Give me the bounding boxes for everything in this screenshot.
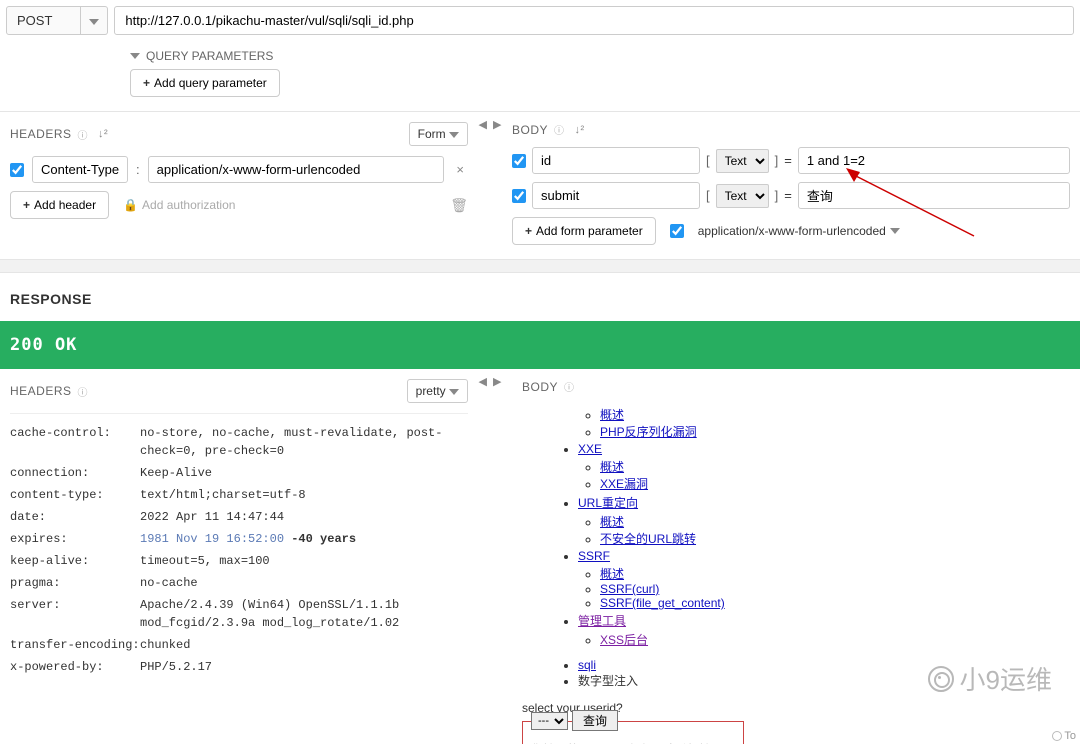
nav-link[interactable]: PHP反序列化漏洞 xyxy=(600,425,697,439)
response-header-row: server:Apache/2.4.39 (Win64) OpenSSL/1.1… xyxy=(10,594,468,634)
header-enabled-checkbox[interactable] xyxy=(10,163,24,177)
nav-link[interactable]: 概述 xyxy=(600,408,624,422)
query-params-header[interactable]: QUERY PARAMETERS xyxy=(130,43,1080,69)
response-header-row: cache-control:no-store, no-cache, must-r… xyxy=(10,422,468,462)
chevron-down-icon xyxy=(449,132,459,138)
header-value-input[interactable] xyxy=(148,156,445,183)
collapse-left-icon[interactable]: ◀ xyxy=(479,375,487,388)
nav-section-link[interactable]: URL重定向 xyxy=(578,496,638,510)
response-header-row: transfer-encoding:chunked xyxy=(10,634,468,656)
chevron-down-icon xyxy=(890,228,900,234)
body-param-enabled-checkbox[interactable] xyxy=(512,154,526,168)
headers-form-dropdown[interactable]: Form xyxy=(409,122,468,146)
response-header-row: date:2022 Apr 11 14:47:44 xyxy=(10,506,468,528)
collapse-right-icon[interactable]: ▶ xyxy=(493,375,501,388)
sort-icon[interactable]: ↓² xyxy=(575,124,585,136)
caret-down-icon xyxy=(130,53,140,59)
body-content-type-checkbox[interactable] xyxy=(670,224,684,238)
add-authorization-link[interactable]: 🔒 Add authorization xyxy=(123,198,235,212)
response-header-row: pragma:no-cache xyxy=(10,572,468,594)
response-body-title: BODY ⓘ xyxy=(522,379,575,394)
response-header-row: connection:Keep-Alive xyxy=(10,462,468,484)
watermark-icon xyxy=(928,666,954,692)
colon-separator: : xyxy=(136,162,140,177)
request-headers-title: HEADERS ⓘ ↓² xyxy=(10,127,108,142)
add-query-parameter-button[interactable]: +Add query parameter xyxy=(130,69,280,97)
body-param-name-input[interactable] xyxy=(532,182,700,209)
remove-header-icon[interactable]: × xyxy=(452,162,468,177)
body-param-type-select[interactable]: Text xyxy=(716,184,769,208)
delete-all-headers-icon[interactable]: 🗑 xyxy=(450,197,468,214)
response-header-row: x-powered-by:PHP/5.2.17 xyxy=(10,656,468,678)
response-headers-view-dropdown[interactable]: pretty xyxy=(407,379,468,403)
nav-section-link[interactable]: SSRF xyxy=(578,549,610,563)
nav-link[interactable]: SSRF(file_get_content) xyxy=(600,596,725,610)
nav-link[interactable]: XXE漏洞 xyxy=(600,477,648,491)
collapse-right-icon[interactable]: ▶ xyxy=(493,118,501,131)
nav-link[interactable]: 不安全的URL跳转 xyxy=(600,532,696,546)
http-method-dropdown[interactable] xyxy=(81,6,108,35)
body-param-value-input[interactable] xyxy=(798,147,1070,174)
userid-select[interactable]: --- xyxy=(531,712,568,730)
response-header-row: content-type:text/html;charset=utf-8 xyxy=(10,484,468,506)
http-method-select[interactable]: POST xyxy=(6,6,81,35)
chevron-down-icon xyxy=(89,19,99,25)
nav-link[interactable]: XSS后台 xyxy=(600,633,648,647)
response-headers-title: HEADERS ⓘ xyxy=(10,384,88,399)
nav-link[interactable]: 概述 xyxy=(600,515,624,529)
chevron-down-icon xyxy=(449,389,459,395)
nav-link[interactable]: SSRF(curl) xyxy=(600,582,659,596)
request-body-title: BODY ⓘ ↓² xyxy=(512,122,585,137)
nav-link[interactable]: sqli xyxy=(578,658,596,672)
nav-link[interactable]: 概述 xyxy=(600,460,624,474)
query-submit-button[interactable]: 查询 xyxy=(572,710,618,731)
body-param-name-input[interactable] xyxy=(532,147,700,174)
response-header-row: expires:1981 Nov 19 16:52:00 -40 years xyxy=(10,528,468,550)
response-label: RESPONSE xyxy=(0,273,1080,321)
response-header-row: keep-alive:timeout=5, max=100 xyxy=(10,550,468,572)
collapse-left-icon[interactable]: ◀ xyxy=(479,118,487,131)
nav-link[interactable]: 概述 xyxy=(600,567,624,581)
body-param-type-select[interactable]: Text xyxy=(716,149,769,173)
body-param-value-input[interactable] xyxy=(798,182,1070,209)
request-url-input[interactable] xyxy=(114,6,1074,35)
query-params-label: QUERY PARAMETERS xyxy=(146,49,273,63)
body-param-enabled-checkbox[interactable] xyxy=(512,189,526,203)
add-form-parameter-button[interactable]: +Add form parameter xyxy=(512,217,656,245)
header-name-input[interactable] xyxy=(32,156,128,183)
nav-section-link[interactable]: XXE xyxy=(578,442,602,456)
response-status-bar: 200 OK xyxy=(0,321,1080,369)
watermark: 小9运维 xyxy=(928,660,1052,697)
bottom-hint: To xyxy=(1052,730,1076,742)
add-header-button[interactable]: +Add header xyxy=(10,191,109,219)
error-highlight-box: --- 查询 您输入的user id不存在，请重新输入！ xyxy=(522,721,744,744)
sort-icon[interactable]: ↓² xyxy=(98,128,108,140)
nav-section-link[interactable]: 管理工具 xyxy=(578,614,626,628)
body-content-type-dropdown[interactable]: application/x-www-form-urlencoded xyxy=(698,224,900,238)
